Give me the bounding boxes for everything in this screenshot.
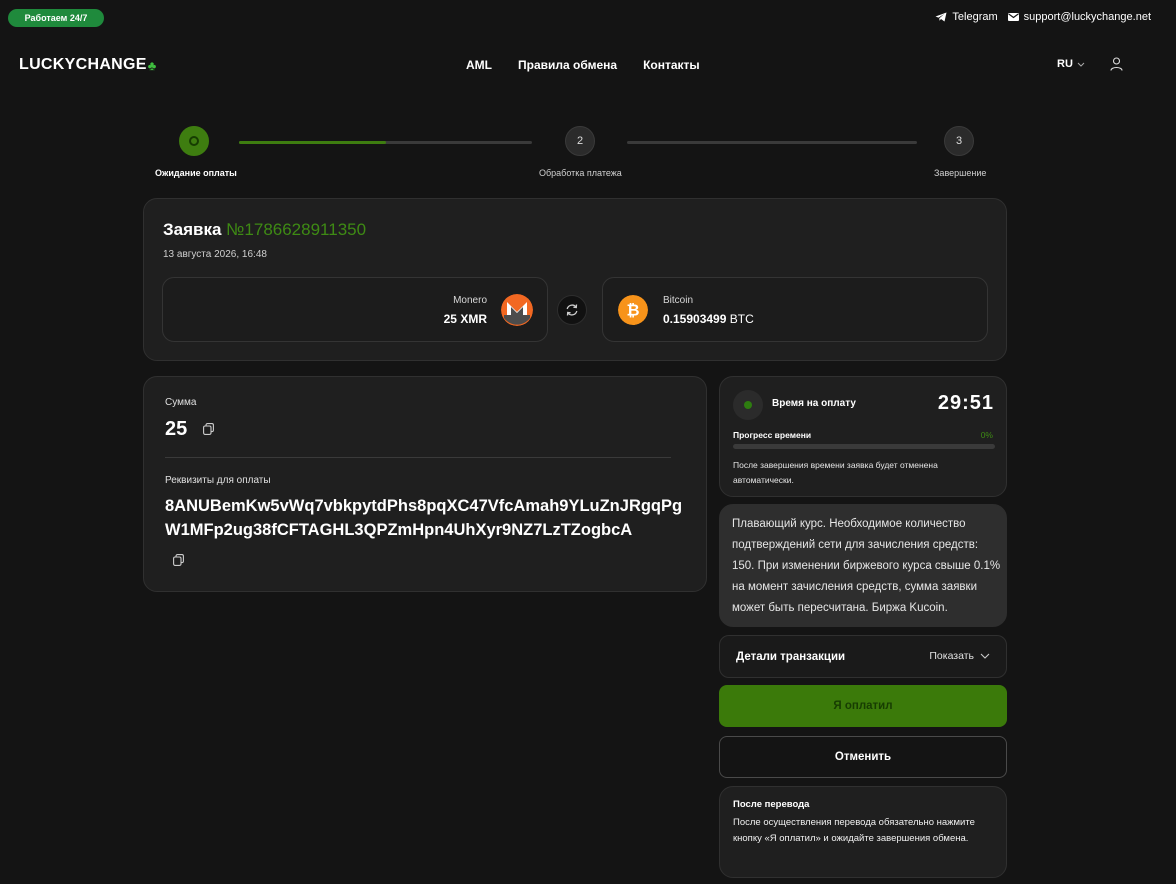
email-label: support@luckychange.net [1023,11,1151,23]
telegram-icon [935,12,947,22]
swap-button[interactable] [557,295,587,325]
to-currency-name: Bitcoin [663,295,694,306]
address-label: Реквизиты для оплаты [165,475,271,486]
step-2-indicator: 2 [565,126,595,156]
order-number: №1786628911350 [226,220,367,239]
step-3-label: Завершение [934,168,987,178]
i-paid-button[interactable]: Я оплатил [719,685,1007,727]
language-label: RU [1057,58,1073,70]
time-progress-label: Прогресс времени [733,430,812,440]
step-progress-line-1 [239,141,532,144]
transaction-details-title: Детали транзакции [736,651,846,663]
to-currency-amount: 0.15903499 BTC [663,312,754,326]
after-transfer-title: После перевода [733,799,810,810]
chevron-down-icon [980,653,990,659]
working-hours-badge: Работаем 24/7 [8,9,104,27]
cancel-button[interactable]: Отменить [719,736,1007,778]
to-amount-value: 0.15903499 [663,312,727,326]
timer-label: Время на оплату [772,398,856,409]
step-progress-line-2 [627,141,917,144]
payment-address[interactable]: 8ANUBemKw5vWq7vbkpytdPhs8pqXC47VfcAmah9Y… [165,494,685,542]
order-title: Заявка №1786628911350 [163,220,366,240]
payment-details-card: Сумма 25 Реквизиты для оплаты 8ANUBemKw5… [143,376,707,592]
timer-status-dot [744,401,752,409]
chevron-down-icon [1077,62,1085,67]
clover-icon: ♣ [147,57,157,73]
copy-amount-icon[interactable] [203,423,214,435]
payment-timer-card: Время на оплату 29:51 Прогресс времени 0… [719,376,1007,497]
from-currency-box: Monero 25 XMR [162,277,548,342]
step-2-label: Обработка платежа [539,168,622,178]
email-link[interactable]: support@luckychange.net [1007,11,1151,23]
order-card: Заявка №1786628911350 13 августа 2026, 1… [143,198,1007,361]
amount-value: 25 [165,418,188,440]
refresh-icon [566,304,578,316]
step-3-indicator: 3 [944,126,974,156]
svg-text:₿: ₿ [626,301,639,320]
step-progress-fill [239,141,386,144]
nav-item-exchange-rules[interactable]: Правила обмена [518,58,617,72]
site-logo[interactable]: LUCKYCHANGE ♣ [19,56,157,74]
to-amount-unit: BTC [729,312,754,326]
amount-label: Сумма [165,397,197,408]
from-currency-name: Monero [453,295,487,306]
nav-item-aml[interactable]: AML [466,58,492,72]
after-transfer-text: После осуществления перевода обязательно… [733,817,975,844]
rate-info-text: Плавающий курс. Необходимое количество п… [732,518,1001,614]
telegram-label: Telegram [952,11,998,23]
monero-icon [501,294,533,326]
time-progress-percent: 0% [980,430,993,440]
bitcoin-icon: ₿ [618,295,648,325]
after-transfer-card: После перевода После осуществления перев… [719,786,1007,878]
step-1-label: Ожидание оплаты [155,168,237,178]
logo-text: LUCKYCHANGE [19,56,147,73]
main-nav: AML Правила обмена Контакты [466,58,700,72]
step-1-indicator [179,126,209,156]
order-title-label: Заявка [163,220,222,239]
step-1-ring [189,136,199,146]
mail-icon [1007,13,1019,21]
section-divider [165,457,671,458]
timer-value: 29:51 [937,392,994,414]
user-icon[interactable] [1110,57,1123,71]
timer-status-indicator [733,390,763,420]
rate-info-card: Плавающий курс. Необходимое количество п… [719,504,1007,627]
language-selector[interactable]: RU [1057,58,1085,70]
order-date: 13 августа 2026, 16:48 [163,249,267,260]
show-details-label: Показать [929,650,974,662]
telegram-link[interactable]: Telegram [935,11,998,23]
from-currency-amount: 25 XMR [444,312,487,326]
to-currency-box: ₿ Bitcoin 0.15903499 BTC [602,277,988,342]
time-progress-bar [733,444,995,449]
nav-item-contacts[interactable]: Контакты [643,58,700,72]
transaction-details-toggle[interactable]: Детали транзакции Показать [719,635,1007,678]
timer-note: После завершения времени заявка будет от… [733,460,938,485]
show-details-button[interactable]: Показать [929,650,990,662]
copy-address-icon[interactable] [173,554,184,566]
topbar-contacts: Telegram support@luckychange.net [935,11,1151,23]
from-amount-unit: XMR [460,312,487,326]
from-amount-value: 25 [443,312,457,326]
